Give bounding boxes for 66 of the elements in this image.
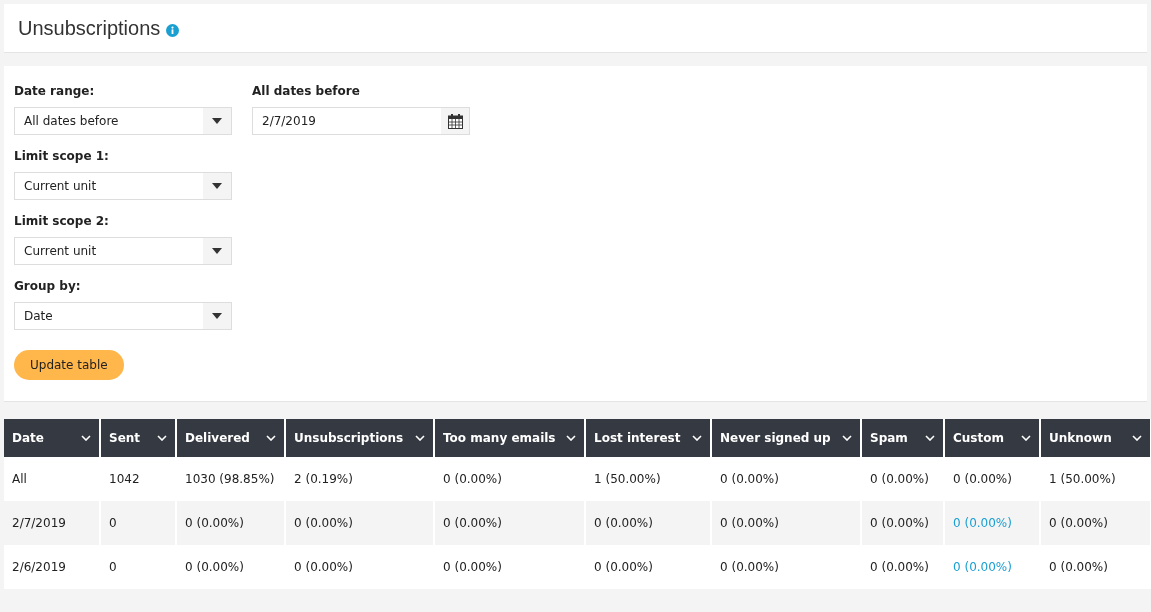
table-cell: 1 (50.00%) [594,472,661,486]
caret-icon [212,248,222,254]
table-cell: 0 (0.00%) [443,516,502,530]
table-cell: 1 (50.00%) [1049,472,1116,486]
table-cell: 1042 [109,472,140,486]
field-label: Date range: [14,84,96,98]
column-header[interactable]: Custom [944,419,1040,457]
chevron-down-icon [925,435,935,441]
column-header[interactable]: Spam [861,419,944,457]
page-title: Unsubscriptions [18,16,161,40]
column-header[interactable]: Unsubscriptions [285,419,434,457]
caret-icon [212,313,222,319]
update-table-button[interactable]: Update table [14,350,124,380]
chevron-down-icon [81,435,91,441]
table-cell: 0 (0.00%) [443,560,502,574]
table-cell: 0 (0.00%) [720,560,779,574]
field-label: Limit scope 1: [14,149,110,163]
table-cell: 0 (0.00%) [870,516,929,530]
table-cell: 0 (0.00%) [953,472,1012,486]
dropdown[interactable]: Date [14,302,232,330]
chevron-down-icon [266,435,276,441]
table-cell: 0 (0.00%) [594,516,653,530]
chevron-down-icon [1021,435,1031,441]
table-cell: All [12,472,27,486]
chevron-down-icon [1132,435,1142,441]
table-cell: 0 (0.00%) [1049,560,1108,574]
date-field[interactable]: 2/7/2019 [252,107,470,135]
column-header[interactable]: Lost interest [585,419,711,457]
table-cell: 0 (0.00%) [185,516,244,530]
table-cell: 0 (0.00%) [443,472,502,486]
table-cell: 0 (0.00%) [870,472,929,486]
table-cell: 1030 (98.85%) [185,472,275,486]
chevron-down-icon [415,435,425,441]
chevron-down-icon [157,435,167,441]
chevron-down-icon [566,435,576,441]
caret-icon [212,183,222,189]
dropdown[interactable]: Current unit [14,172,232,200]
dropdown[interactable]: All dates before [14,107,232,135]
table-cell: 2/7/2019 [12,516,66,530]
table-cell: 0 (0.00%) [294,516,353,530]
table-cell: 0 (0.00%) [1049,516,1108,530]
table-cell: 0 [109,560,117,574]
table-cell: 0 (0.00%) [720,516,779,530]
table-cell: 0 (0.00%) [720,472,779,486]
dropdown[interactable]: Current unit [14,237,232,265]
table-cell: 0 (0.00%) [185,560,244,574]
table-cell: 2/6/2019 [12,560,66,574]
table-cell: 0 (0.00%) [294,560,353,574]
column-header[interactable]: Never signed up [711,419,861,457]
column-header[interactable]: Date [4,419,100,457]
calendar-icon[interactable] [447,113,463,129]
table-cell: 0 (0.00%) [870,560,929,574]
column-header[interactable]: Delivered [176,419,285,457]
chevron-down-icon [692,435,702,441]
table-cell: 0 (0.00%) [594,560,653,574]
column-header[interactable]: Sent [100,419,176,457]
column-header[interactable]: Too many emails [434,419,585,457]
table-cell: 0 [109,516,117,530]
table-cell: 2 (0.19%) [294,472,353,486]
field-label: Group by: [14,279,82,293]
caret-icon [212,118,222,124]
chevron-down-icon [842,435,852,441]
column-header[interactable]: Unknown [1040,419,1151,457]
field-label: All dates before [252,84,361,98]
field-label: Limit scope 2: [14,214,110,228]
info-icon[interactable] [166,23,180,37]
